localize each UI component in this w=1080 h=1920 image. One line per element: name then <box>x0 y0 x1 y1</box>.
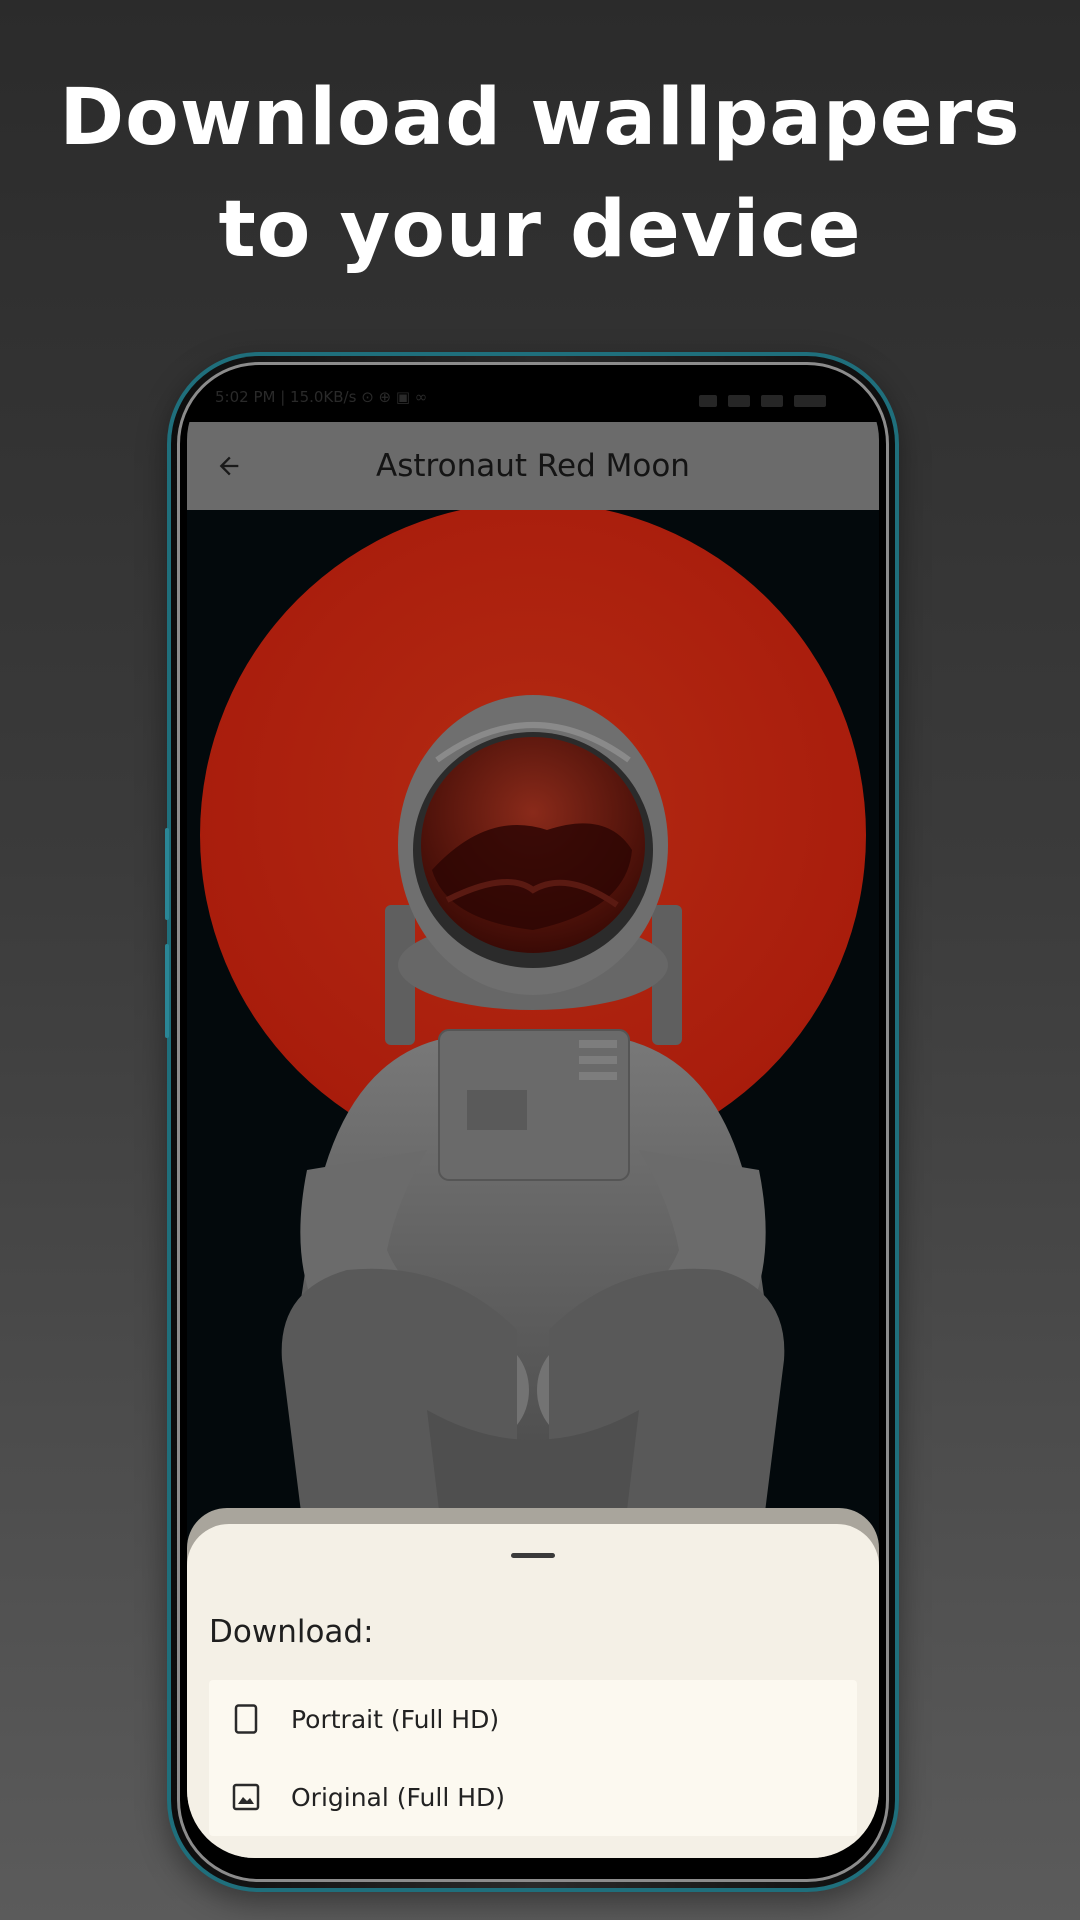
drag-handle[interactable] <box>511 1553 555 1558</box>
download-portrait-option[interactable]: Portrait (Full HD) <box>209 1680 857 1758</box>
option-label: Portrait (Full HD) <box>291 1704 500 1734</box>
option-label: Original (Full HD) <box>291 1782 506 1812</box>
volume-button <box>165 828 169 920</box>
download-bottom-sheet: Download: Portrait (Full HD) Original (F… <box>187 1524 879 1858</box>
bluetooth-icon <box>699 394 717 407</box>
status-bar: 5:02 PM | 15.0KB/s ⊙ ⊕ ▣ ∞ <box>187 372 879 422</box>
headline-line-2: to your device <box>218 185 862 275</box>
headline: Download wallpapers to your device <box>0 62 1080 286</box>
arrow-left-icon <box>219 456 239 476</box>
wifi-icon <box>761 394 784 407</box>
image-icon <box>231 1782 261 1812</box>
power-button <box>165 944 169 1038</box>
download-original-option[interactable]: Original (Full HD) <box>209 1758 857 1836</box>
battery-icon <box>794 394 827 407</box>
signal-icon <box>728 394 751 407</box>
app-bar: Astronaut Red Moon <box>187 422 879 510</box>
status-bar-left: 5:02 PM | 15.0KB/s ⊙ ⊕ ▣ ∞ <box>215 388 428 406</box>
status-bar-icons <box>693 390 843 407</box>
phone-screen: 5:02 PM | 15.0KB/s ⊙ ⊕ ▣ ∞ Astronaut Red… <box>187 372 879 1858</box>
portrait-phone-icon <box>231 1704 261 1734</box>
back-button[interactable] <box>205 442 253 490</box>
page-title: Astronaut Red Moon <box>376 448 690 484</box>
headline-line-1: Download wallpapers <box>59 73 1021 163</box>
download-options-list: Portrait (Full HD) Original (Full HD) <box>209 1680 857 1836</box>
sheet-title: Download: <box>209 1614 374 1650</box>
